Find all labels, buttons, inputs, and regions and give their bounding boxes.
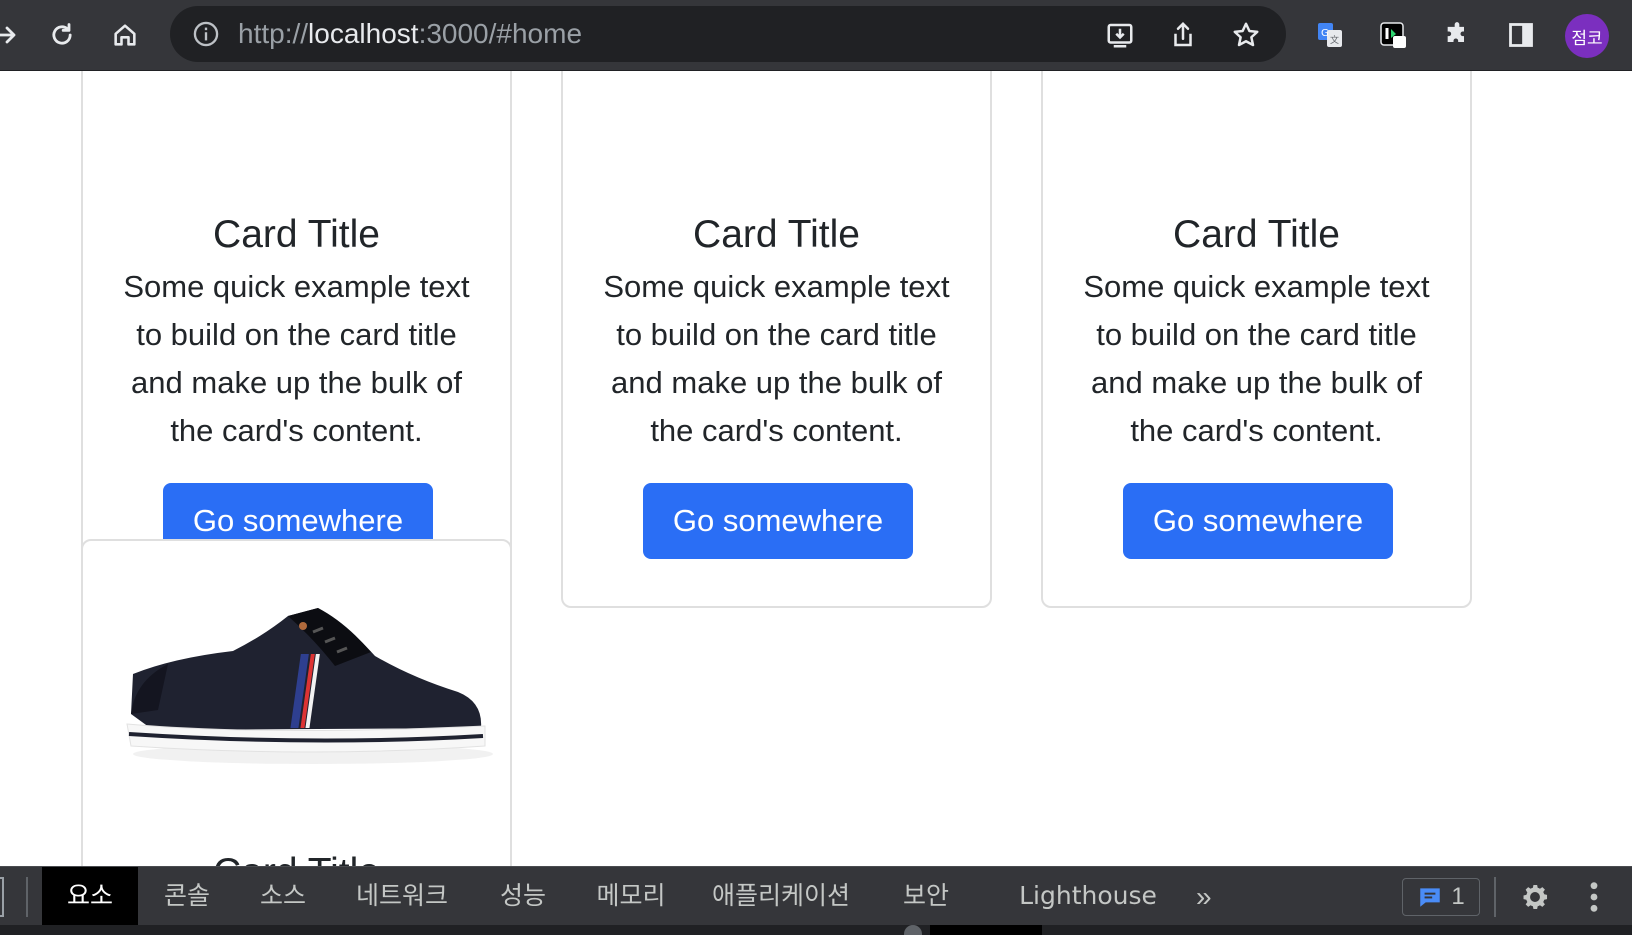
browser-toolbar: http://localhost:3000/#home G文 점코 [0,0,1632,71]
share-icon[interactable] [1168,20,1198,50]
divider [1494,877,1496,917]
tab-application[interactable]: 애플리케이션 [706,867,856,925]
devtools-dock-edge[interactable] [0,877,4,917]
side-panel-icon[interactable] [1500,14,1542,56]
translate-icon[interactable]: G文 [1309,14,1351,56]
tab-network[interactable]: 네트워크 [346,867,458,925]
tab-memory[interactable]: 메모리 [586,867,676,925]
star-icon[interactable] [1231,20,1261,50]
url-path: :3000/#home [418,18,583,49]
card: Card Title Some quick example text to bu… [81,71,512,608]
more-tabs-icon[interactable]: » [1196,881,1212,913]
url-text[interactable]: http://localhost:3000/#home [238,19,582,49]
card-title: Card Title [1173,213,1340,256]
url-scheme: http:// [238,18,309,49]
message-icon [1420,888,1441,907]
extension-icon[interactable] [1372,14,1414,56]
svg-text:文: 文 [1330,34,1339,46]
puzzle-icon[interactable] [1436,14,1478,56]
address-bar[interactable]: http://localhost:3000/#home [170,6,1286,62]
issues-count: 1 [1451,883,1465,910]
tab-console[interactable]: 콘솔 [148,867,226,925]
kebab-menu-icon[interactable] [1586,880,1602,914]
go-somewhere-button[interactable]: Go somewhere [643,483,913,559]
tab-elements[interactable]: 요소 [42,867,138,925]
home-icon[interactable] [104,14,146,56]
card: Card Title Some quick example text to bu… [1041,71,1472,608]
card: Card Title Some quick example text to bu… [561,71,992,608]
issues-badge[interactable]: 1 [1402,878,1480,916]
card-text: Some quick example text to build on the … [1083,269,1430,448]
profile-avatar[interactable]: 점코 [1565,14,1609,58]
page-content: Card Title Some quick example text to bu… [0,71,1632,866]
install-icon[interactable] [1105,20,1135,50]
go-somewhere-button[interactable]: Go somewhere [1123,483,1393,559]
forward-icon[interactable] [0,14,28,56]
divider [26,877,28,917]
tab-lighthouse[interactable]: Lighthouse [1010,867,1166,925]
reload-icon[interactable] [41,14,83,56]
tab-performance[interactable]: 성능 [484,867,562,925]
card-title: Card Title [213,213,380,256]
card-title: Card Title [83,851,510,866]
tab-security[interactable]: 보안 [884,867,968,925]
card-text: Some quick example text to build on the … [603,269,950,448]
svg-text:G: G [1321,28,1329,39]
url-host: localhost [308,18,419,49]
card-title: Card Title [693,213,860,256]
gear-icon[interactable] [1518,880,1552,914]
sneaker-image [126,608,493,764]
tab-sources[interactable]: 소스 [244,867,322,925]
info-icon[interactable] [192,20,220,48]
devtools-panel: 요소 콘솔 소스 네트워크 성능 메모리 애플리케이션 보안 Lighthous… [0,866,1632,935]
card: Card Title [81,539,512,866]
card-text: Some quick example text to build on the … [123,269,470,448]
